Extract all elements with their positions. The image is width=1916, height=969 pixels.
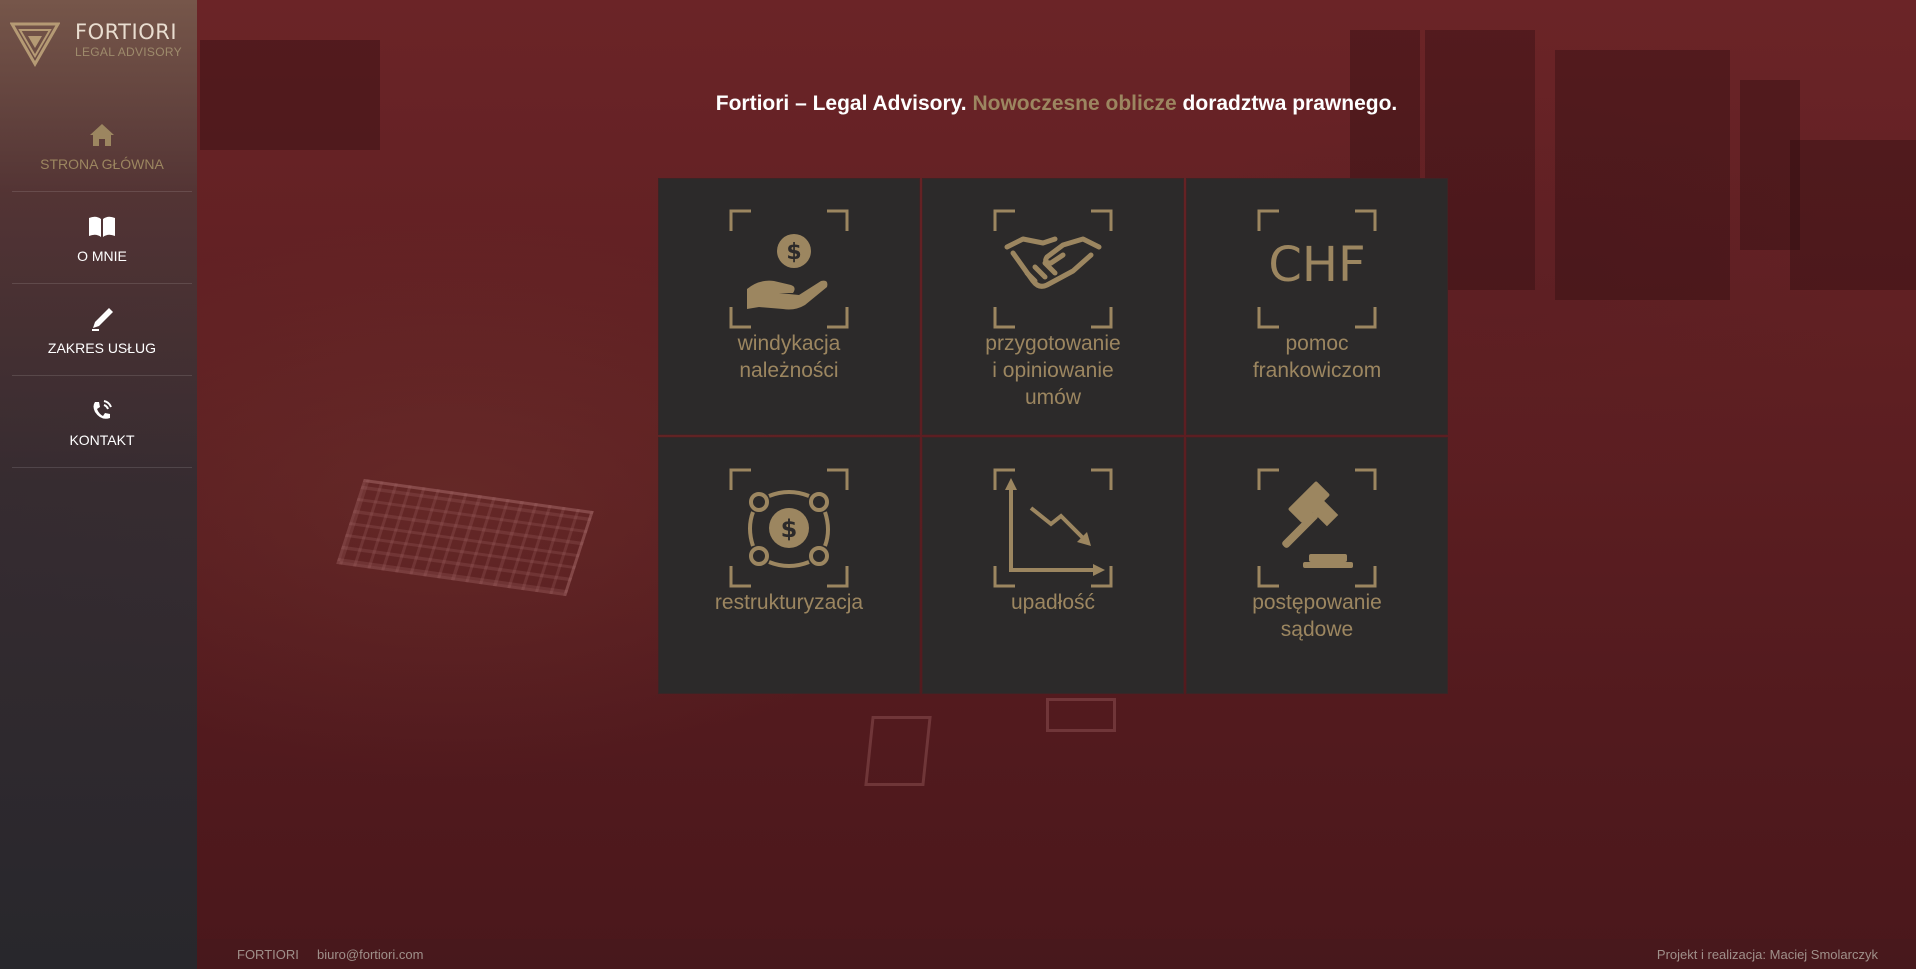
pen-icon	[87, 304, 117, 334]
tile-court-proceedings[interactable]: postępowanie sądowe	[1186, 437, 1448, 694]
nav-item-contact[interactable]: KONTAKT	[12, 376, 192, 468]
logo-icon	[10, 22, 60, 68]
tile-contracts[interactable]: przygotowanie i opiniowanie umów	[922, 178, 1184, 435]
sidebar: FORTIORI LEGAL ADVISORY STRONA GŁÓWNA O …	[0, 0, 197, 969]
home-icon	[87, 120, 117, 150]
footer-credit: Projekt i realizacja: Maciej Smolarczyk	[1656, 947, 1878, 962]
footer: FORTIORI biuro@fortiori.com Projekt i re…	[197, 939, 1916, 969]
nav-item-home[interactable]: STRONA GŁÓWNA	[12, 100, 192, 192]
nav-label: STRONA GŁÓWNA	[40, 155, 164, 172]
tile-label: upadłość	[1010, 591, 1096, 614]
tile-restructuring[interactable]: $ restrukturyzacja	[658, 437, 920, 694]
book-icon	[87, 212, 117, 242]
tile-label: postępowanie sądowe	[1252, 591, 1382, 641]
tile-debt-collection[interactable]: $ windykacja należności	[658, 178, 920, 435]
nav-label: ZAKRES USŁUG	[47, 339, 157, 356]
nav-item-services[interactable]: ZAKRES USŁUG	[12, 284, 192, 376]
gavel-icon	[1257, 468, 1377, 588]
declining-chart-icon	[993, 468, 1113, 588]
tile-label: restrukturyzacja	[714, 591, 864, 614]
headline-accent: Nowoczesne oblicze	[972, 92, 1177, 115]
services-grid: $ windykacja należności przygotowanie i …	[658, 178, 1448, 696]
nav-label: O MNIE	[77, 247, 127, 264]
tile-chf[interactable]: CHF pomoc frankowiczom	[1186, 178, 1448, 435]
footer-brand: FORTIORI	[237, 947, 299, 962]
main-nav: STRONA GŁÓWNA O MNIE ZAKRES USŁUG KONTAK…	[12, 100, 192, 468]
handshake-icon	[993, 209, 1113, 329]
chf-icon-text: CHF	[1268, 237, 1365, 293]
phone-icon	[87, 396, 117, 426]
chf-icon: CHF	[1257, 209, 1377, 329]
logo-subtitle: LEGAL ADVISORY	[75, 45, 182, 59]
nav-item-about[interactable]: O MNIE	[12, 192, 192, 284]
headline-part2: doradztwa prawnego.	[1182, 92, 1398, 115]
dollar-cycle-icon: $	[729, 468, 849, 588]
hand-coin-icon: $	[729, 209, 849, 329]
footer-email-link[interactable]: biuro@fortiori.com	[317, 947, 423, 962]
headline-part1: Fortiori – Legal Advisory.	[715, 92, 967, 115]
svg-text:$: $	[786, 240, 801, 265]
nav-label: KONTAKT	[69, 431, 135, 448]
logo[interactable]: FORTIORI LEGAL ADVISORY	[10, 16, 190, 68]
tile-label: windykacja należności	[737, 332, 841, 382]
tile-label: przygotowanie i opiniowanie umów	[985, 332, 1121, 409]
tile-label: pomoc frankowiczom	[1252, 332, 1382, 382]
page-headline: Fortiori – Legal Advisory. Nowoczesne ob…	[197, 92, 1916, 116]
logo-title: FORTIORI	[75, 20, 178, 44]
tile-bankruptcy[interactable]: upadłość	[922, 437, 1184, 694]
svg-text:$: $	[781, 515, 798, 543]
